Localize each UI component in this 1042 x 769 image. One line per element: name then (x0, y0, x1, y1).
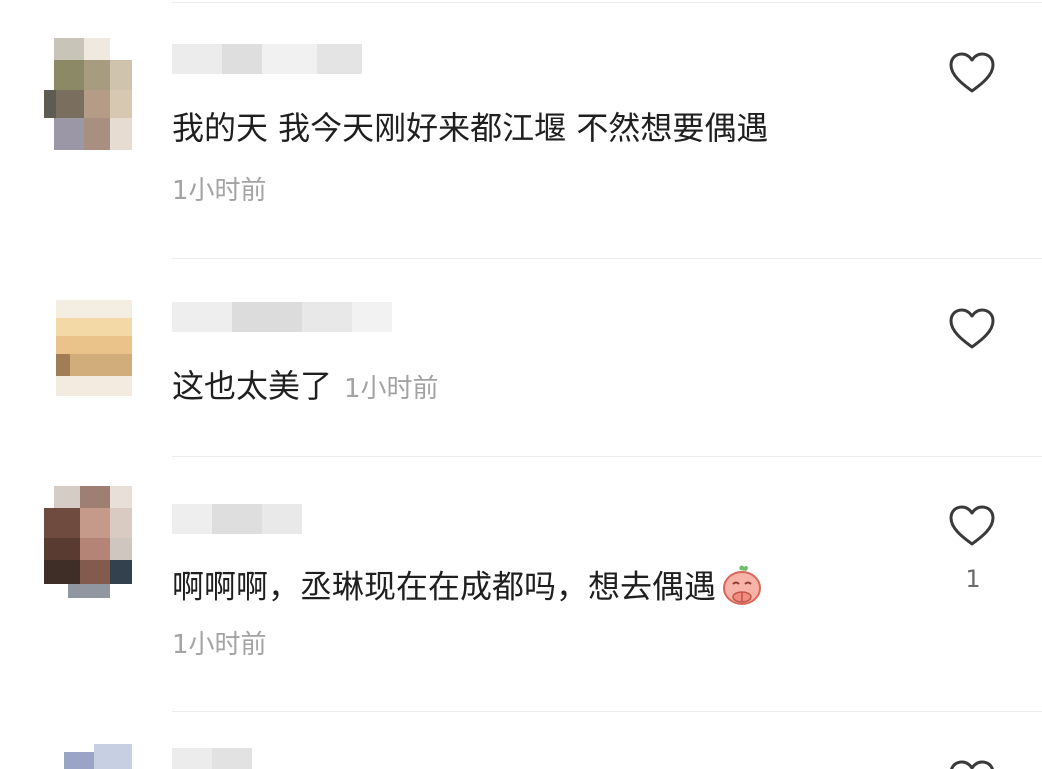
heart-outline-icon (949, 52, 995, 93)
comment-text-body: 这也太美了 (172, 367, 333, 405)
comment-text: 啊啊啊，丞琳现在在成都吗，想去偶遇 (172, 562, 764, 615)
comment-text: 我的天 我今天刚好来都江堰 不然想要偶遇 (172, 109, 769, 147)
avatar[interactable] (44, 486, 132, 598)
comment-text: 这也太美了 1小时前 (172, 366, 439, 409)
like-button[interactable] (947, 306, 997, 352)
divider (172, 456, 1042, 457)
like-button[interactable] (947, 503, 997, 549)
like-button[interactable] (947, 50, 997, 96)
comment-text-body: 啊啊啊，丞琳现在在成都吗，想去偶遇 (172, 567, 717, 606)
username-blurred[interactable] (172, 44, 362, 74)
like-button[interactable] (947, 758, 997, 769)
comment-timestamp: 1小时前 (172, 630, 267, 660)
divider (172, 2, 1042, 3)
praying-emoji-icon (720, 562, 764, 615)
divider (172, 258, 1042, 259)
heart-outline-icon (950, 760, 994, 769)
heart-outline-icon (949, 308, 995, 349)
avatar[interactable] (44, 744, 132, 769)
heart-outline-icon (949, 505, 995, 546)
divider (172, 711, 1042, 712)
like-count: 1 (965, 565, 981, 593)
avatar[interactable] (44, 300, 132, 396)
comment-timestamp: 1小时前 (344, 374, 439, 404)
comment-timestamp: 1小时前 (172, 176, 267, 206)
username-blurred[interactable] (172, 748, 252, 769)
avatar[interactable] (44, 38, 132, 150)
username-blurred[interactable] (172, 504, 302, 534)
username-blurred[interactable] (172, 302, 392, 332)
